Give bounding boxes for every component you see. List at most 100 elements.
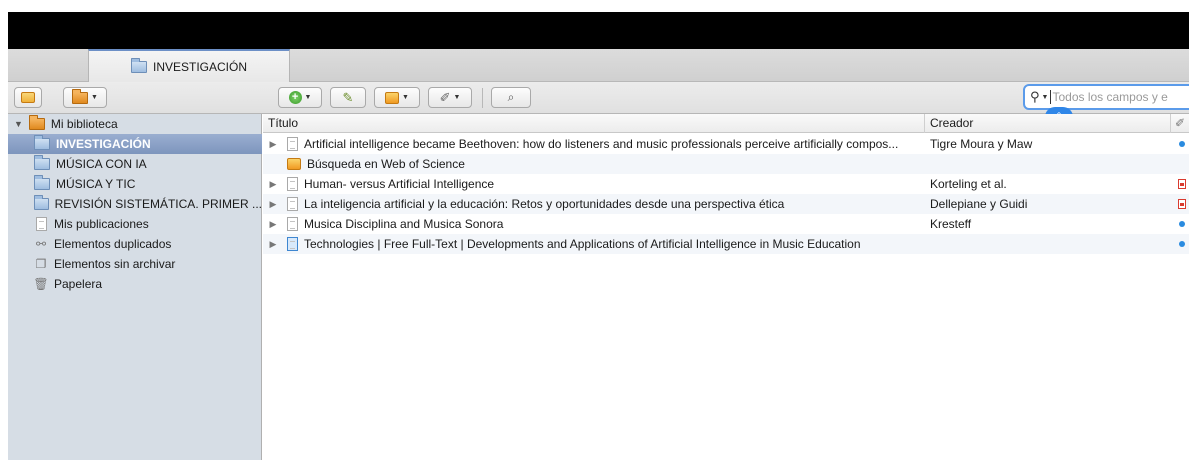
title-cell: ▶ Musica Disciplina and Musica Sonora <box>263 214 925 234</box>
chevron-down-icon: ▼ <box>402 94 409 101</box>
sidebar-item-sin-archivar[interactable]: ❐ Elementos sin archivar <box>8 254 262 274</box>
window-titlebar <box>8 12 1189 49</box>
item-title: Human- versus Artificial Intelligence <box>304 177 495 191</box>
document-icon <box>287 177 298 191</box>
item-title: Búsqueda en Web of Science <box>307 157 465 171</box>
chevron-down-icon: ▼ <box>453 94 461 101</box>
document-icon <box>36 217 47 231</box>
toolbar: ▼ + ▼ ✎ ▼ ✐ ▼ ⌕ ⚲ ▼ Todos los campos y e <box>8 82 1189 114</box>
library-menu-icon <box>72 88 89 104</box>
sidebar-item-label: Mis publicaciones <box>54 217 149 231</box>
add-by-identifier-button[interactable]: ✎ <box>330 87 366 108</box>
chevron-down-icon: ▼ <box>304 94 312 101</box>
item-title: Artificial intelligence became Beethoven… <box>304 137 899 151</box>
paperclip-icon: ✐ <box>439 89 451 105</box>
expand-triangle-icon[interactable]: ▶ <box>263 179 283 190</box>
items-list: Título Creador ✐ ▶ Artificial intelligen… <box>263 114 1189 460</box>
unfiled-icon: ❐ <box>35 257 47 271</box>
item-creator <box>930 154 1170 174</box>
table-row[interactable]: ▶ Human- versus Artificial Intelligence … <box>263 174 1189 194</box>
expand-triangle-icon[interactable]: ▶ <box>263 219 283 230</box>
column-header-creator[interactable]: Creador <box>925 114 1171 133</box>
document-icon <box>287 217 298 231</box>
expand-triangle-icon[interactable]: ▶ <box>263 199 283 210</box>
sidebar-item-label: Elementos duplicados <box>54 237 172 251</box>
attachment-cell[interactable] <box>1175 134 1189 154</box>
new-item-icon: + <box>288 91 302 104</box>
sidebar-item-label: Mi biblioteca <box>50 117 118 131</box>
sidebar-item-label: INVESTIGACIÓN <box>56 137 151 151</box>
pdf-icon <box>1178 199 1186 209</box>
search-icon: ⚲ <box>1030 89 1040 104</box>
item-creator: Dellepiane y Guidi <box>930 197 1028 211</box>
trash-icon: 🗑 <box>33 277 49 291</box>
sidebar-item-label: MÚSICA Y TIC <box>56 177 136 191</box>
column-header-title[interactable]: Título <box>263 114 925 133</box>
sidebar-item-my-library[interactable]: ▼ Mi biblioteca <box>8 114 262 134</box>
webpage-icon <box>287 237 298 251</box>
sidebar-item-duplicados[interactable]: ⚯ Elementos duplicados <box>8 234 262 254</box>
item-creator: Korteling et al. <box>930 177 1007 191</box>
item-creator: Tigre Moura y Maw <box>930 137 1033 151</box>
title-cell: Búsqueda en Web of Science <box>263 154 925 174</box>
sidebar-item-revision-sistematica[interactable]: REVISIÓN SISTEMÁTICA. PRIMER ... <box>8 194 262 214</box>
folder-icon <box>34 155 50 170</box>
attachment-cell[interactable] <box>1175 214 1189 234</box>
new-item-button[interactable]: + ▼ <box>278 87 322 108</box>
magnifier-icon: ⌕ <box>507 90 515 104</box>
attachment-cell[interactable] <box>1175 194 1189 214</box>
sidebar-item-mis-publicaciones[interactable]: Mis publicaciones <box>8 214 262 234</box>
new-note-button[interactable]: ▼ <box>374 87 420 108</box>
new-collection-button[interactable] <box>14 87 42 108</box>
expand-triangle-icon[interactable]: ▶ <box>263 139 283 150</box>
advanced-search-button[interactable]: ⌕ <box>491 87 531 108</box>
item-title: Musica Disciplina and Musica Sonora <box>304 217 504 231</box>
magic-wand-icon: ✎ <box>342 89 354 105</box>
item-title: Technologies | Free Full-Text | Developm… <box>304 237 861 251</box>
table-row[interactable]: Búsqueda en Web of Science <box>263 154 1189 174</box>
chevron-down-icon: ▼ <box>91 94 98 101</box>
paperclip-icon: ✐ <box>1175 116 1186 130</box>
document-icon <box>287 197 298 211</box>
saved-search-icon <box>287 158 301 170</box>
column-header-attachments[interactable]: ✐ <box>1171 114 1189 133</box>
disclosure-triangle-icon[interactable]: ▼ <box>14 119 23 129</box>
add-attachment-button[interactable]: ✐ ▼ <box>428 87 472 108</box>
search-box[interactable]: ⚲ ▼ Todos los campos y e <box>1023 84 1189 110</box>
pdf-icon <box>1178 179 1186 189</box>
item-creator <box>930 234 1170 254</box>
sidebar-item-papelera[interactable]: 🗑 Papelera <box>8 274 262 294</box>
link-dot-icon <box>1179 141 1185 147</box>
column-header-row: Título Creador ✐ <box>263 114 1189 133</box>
link-dot-icon <box>1179 241 1185 247</box>
folder-icon <box>34 175 50 190</box>
collections-pane: ▼ Mi biblioteca INVESTIGACIÓN MÚSICA CON… <box>8 114 262 460</box>
sidebar-item-label: Elementos sin archivar <box>54 257 176 271</box>
expand-triangle-icon[interactable]: ▶ <box>263 239 283 250</box>
sidebar-item-musica-y-tic[interactable]: MÚSICA Y TIC <box>8 174 262 194</box>
attachment-cell[interactable] <box>1175 174 1189 194</box>
sidebar-item-label: Papelera <box>54 277 103 291</box>
table-row[interactable]: ▶ La inteligencia artificial y la educac… <box>263 194 1189 214</box>
tab-bar: INVESTIGACIÓN <box>8 49 1189 82</box>
library-actions-button[interactable]: ▼ <box>63 87 107 108</box>
sidebar-item-investigacion[interactable]: INVESTIGACIÓN <box>8 134 262 154</box>
table-row[interactable]: ▶ Artificial intelligence became Beethov… <box>263 134 1189 154</box>
title-cell: ▶ Technologies | Free Full-Text | Develo… <box>263 234 925 254</box>
duplicates-icon: ⚯ <box>35 237 47 251</box>
title-cell: ▶ La inteligencia artificial y la educac… <box>263 194 925 214</box>
title-cell: ▶ Human- versus Artificial Intelligence <box>263 174 925 194</box>
title-cell: ▶ Artificial intelligence became Beethov… <box>263 134 925 154</box>
search-mode-chevron-icon[interactable]: ▼ <box>1042 94 1049 101</box>
search-input[interactable]: Todos los campos y e <box>1050 90 1168 104</box>
attachment-cell[interactable] <box>1175 234 1189 254</box>
new-note-icon <box>385 91 400 104</box>
table-row[interactable]: ▶ Musica Disciplina and Musica Sonora Kr… <box>263 214 1189 234</box>
link-dot-icon <box>1179 221 1185 227</box>
document-icon <box>287 137 298 151</box>
table-row[interactable]: ▶ Technologies | Free Full-Text | Develo… <box>263 234 1189 254</box>
sidebar-item-musica-con-ia[interactable]: MÚSICA CON IA <box>8 154 262 174</box>
folder-icon <box>130 57 147 73</box>
tab-investigacion[interactable]: INVESTIGACIÓN <box>88 49 290 82</box>
library-icon <box>28 115 45 130</box>
